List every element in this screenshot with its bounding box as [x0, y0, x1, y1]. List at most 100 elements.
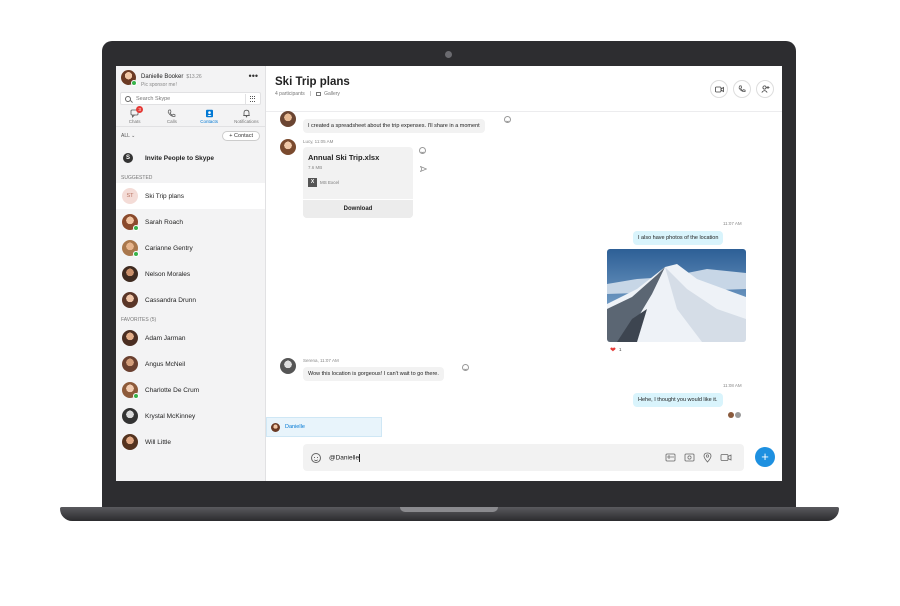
contact-item-sarah-roach[interactable]: Sarah Roach — [116, 209, 265, 235]
avatar[interactable] — [280, 139, 296, 155]
contact-name: Will Little — [145, 438, 172, 446]
download-button[interactable]: Download — [303, 199, 413, 218]
contact-item-will-little[interactable]: Will Little — [116, 429, 265, 455]
nav-tabs: 3 Chats Calls Contacts Notifications — [116, 106, 265, 127]
profile-info: Danielle Booker $13.26 Pic sponsor me! — [141, 70, 202, 89]
chat-subtitle: 4 participants | Gallery — [275, 91, 782, 97]
participants-link[interactable]: 4 participants — [275, 91, 305, 97]
photo-attachment[interactable] — [607, 249, 746, 342]
online-status-icon — [133, 225, 139, 231]
add-attachment-button[interactable]: + — [755, 447, 775, 467]
avatar — [122, 330, 138, 346]
search-icon — [125, 95, 131, 102]
profile-header[interactable]: Danielle Booker $13.26 Pic sponsor me! — [116, 66, 265, 90]
sidebar: Danielle Booker $13.26 Pic sponsor me! ••… — [116, 66, 266, 481]
contact-item-angus-mcneil[interactable]: Angus McNeil — [116, 351, 265, 377]
tab-notifications[interactable]: Notifications — [228, 108, 265, 126]
filter-dropdown[interactable]: ALL ⌄ — [121, 133, 135, 139]
chat-header: Ski Trip plans 4 participants | Gallery — [266, 66, 782, 112]
contact-name: Carianne Gentry — [145, 244, 193, 252]
contact-item-charlotte-de-crum[interactable]: Charlotte De Crum — [116, 377, 265, 403]
message-composer[interactable]: @Danielle — [303, 444, 744, 471]
file-name: Annual Ski Trip.xlsx — [308, 153, 380, 162]
heart-reaction-icon[interactable]: ❤ — [610, 346, 616, 354]
avatar — [122, 266, 138, 282]
contact-name: Ski Trip plans — [145, 192, 185, 200]
location-pin-icon[interactable] — [703, 452, 712, 463]
conversation-pane: Ski Trip plans 4 participants | Gallery — [266, 66, 782, 481]
contact-item-cassandra-drunn[interactable]: Cassandra Drunn — [116, 287, 265, 313]
image-icon[interactable] — [684, 452, 695, 463]
separator: | — [309, 91, 312, 97]
profile-name: Danielle Booker — [141, 74, 184, 80]
invite-label: Invite People to Skype — [145, 154, 214, 162]
file-type: MS Excel — [320, 180, 340, 185]
message-input-text: @Danielle — [329, 454, 360, 462]
message-bubble-outgoing[interactable]: Hehe, I thought you would like it. — [633, 393, 723, 407]
message-sender-time: Serena, 11:07 AM — [303, 358, 339, 363]
more-options-icon[interactable]: ••• — [249, 71, 258, 81]
avatar — [122, 434, 138, 450]
emoji-react-icon[interactable] — [504, 116, 511, 123]
phone-icon — [167, 108, 176, 118]
tab-chats[interactable]: 3 Chats — [116, 106, 153, 126]
section-favorites: FAVORITES (5) — [121, 317, 157, 323]
read-receipts — [728, 412, 741, 418]
skype-credit[interactable]: $13.26 — [186, 74, 201, 80]
forward-icon[interactable] — [419, 159, 428, 177]
avatar — [271, 422, 280, 432]
contact-item-adam-jarman[interactable]: Adam Jarman — [116, 325, 265, 351]
online-status-icon — [131, 80, 137, 86]
contact-item-nelson-morales[interactable]: Nelson Morales — [116, 261, 265, 287]
chat-title[interactable]: Ski Trip plans — [275, 76, 782, 88]
divider — [245, 94, 246, 104]
avatar — [122, 292, 138, 308]
mention-suggestion[interactable]: Danielle — [266, 417, 382, 437]
video-call-button[interactable] — [710, 80, 728, 98]
message-bubble[interactable]: Wow this location is gorgeous! I can't w… — [303, 367, 444, 381]
add-contact-button[interactable]: + Contact — [222, 131, 260, 141]
contact-name: Charlotte De Crum — [145, 386, 200, 394]
emoji-react-icon[interactable] — [419, 147, 426, 154]
message-time: 11:08 AM — [723, 383, 742, 388]
tab-calls[interactable]: Calls — [153, 108, 190, 126]
filter-label: ALL — [121, 133, 130, 139]
invite-people-button[interactable]: S Invite People to Skype — [116, 145, 265, 171]
skype-logo-icon: S — [123, 153, 133, 163]
message-bubble-outgoing[interactable]: I also have photos of the location — [633, 231, 724, 245]
section-suggested: SUGGESTED — [121, 175, 153, 181]
dialpad-icon[interactable] — [250, 96, 256, 102]
video-camera-icon — [714, 86, 724, 92]
text-caret — [359, 453, 361, 462]
message-input[interactable]: @Danielle — [329, 453, 361, 462]
chevron-down-icon: ⌄ — [131, 133, 136, 139]
file-attachment-card[interactable]: Annual Ski Trip.xlsx 7.6 MB X MS Excel D… — [303, 147, 413, 218]
bell-icon — [242, 108, 251, 118]
contact-item-ski-trip-plans[interactable]: ST Ski Trip plans — [116, 183, 265, 209]
mention-name: Danielle — [285, 424, 305, 430]
mountain-photo — [607, 249, 746, 342]
contact-card-icon[interactable] — [665, 452, 676, 463]
contact-item-carianne-gentry[interactable]: Carianne Gentry — [116, 235, 265, 261]
composer-tools — [665, 452, 732, 463]
search-input[interactable]: Search Skype — [120, 92, 261, 105]
gallery-link[interactable]: Gallery — [324, 91, 340, 97]
avatar[interactable] — [280, 111, 296, 127]
message-sender-time: Lucy, 11:05 AM — [303, 139, 334, 144]
tab-label: Calls — [166, 119, 177, 124]
mood-message[interactable]: Pic sponsor me! — [141, 81, 202, 89]
emoji-react-icon[interactable] — [462, 364, 469, 371]
add-people-button[interactable] — [756, 80, 774, 98]
audio-call-button[interactable] — [733, 80, 751, 98]
avatar[interactable] — [280, 358, 296, 374]
tab-contacts[interactable]: Contacts — [191, 108, 228, 126]
online-status-icon — [133, 251, 139, 257]
emoji-icon[interactable] — [311, 452, 321, 463]
skype-window: Danielle Booker $13.26 Pic sponsor me! ••… — [116, 66, 782, 481]
video-message-icon[interactable] — [720, 452, 732, 463]
message-bubble[interactable]: I created a spreadsheet about the trip e… — [303, 119, 485, 133]
avatar — [122, 408, 138, 424]
add-person-icon — [760, 85, 769, 93]
contact-item-krystal-mckinney[interactable]: Krystal McKinney — [116, 403, 265, 429]
avatar[interactable] — [121, 70, 137, 86]
